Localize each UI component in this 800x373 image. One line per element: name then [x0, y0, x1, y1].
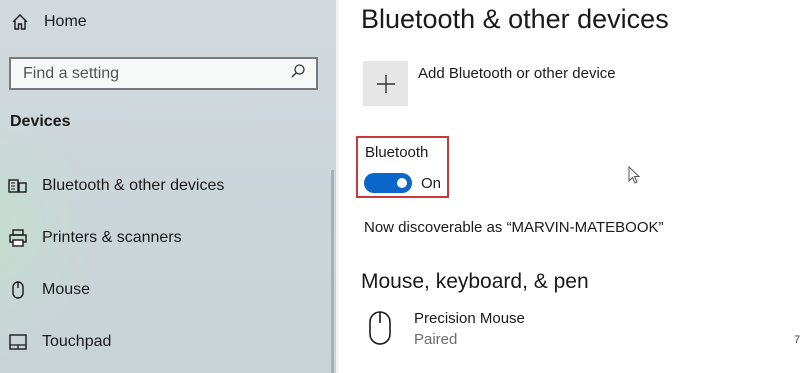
home-icon: [10, 12, 30, 32]
search-input[interactable]: [23, 64, 273, 83]
printer-icon: [8, 228, 28, 248]
sidebar-item-label: Touchpad: [42, 333, 112, 350]
section-heading-mouse-keyboard-pen: Mouse, keyboard, & pen: [361, 270, 589, 293]
sidebar: Home Devices Bluetooth & other devices P…: [0, 0, 336, 373]
main-content: Bluetooth & other devices Add Bluetooth …: [339, 0, 800, 373]
sidebar-item-label: Mouse: [42, 281, 91, 298]
bluetooth-title: Bluetooth: [365, 144, 429, 161]
edge-mark: 7: [794, 334, 800, 346]
page-title: Bluetooth & other devices: [361, 4, 669, 34]
toggle-knob: [397, 178, 407, 188]
sidebar-item-bluetooth[interactable]: Bluetooth & other devices: [8, 173, 224, 199]
device-mouse-icon: [368, 310, 392, 346]
mouse-pointer-icon: [628, 165, 642, 186]
home-link[interactable]: Home: [10, 10, 87, 34]
bluetooth-highlight-box: Bluetooth On: [356, 136, 449, 198]
bluetooth-devices-icon: [8, 176, 28, 196]
sidebar-item-label: Printers & scanners: [42, 229, 182, 246]
discoverable-text: Now discoverable as “MARVIN-MATEBOOK”: [364, 219, 664, 236]
sidebar-item-touchpad[interactable]: Touchpad: [8, 329, 111, 355]
plus-icon: [376, 74, 395, 93]
bluetooth-toggle-state: On: [421, 175, 442, 192]
add-device-button[interactable]: [363, 61, 408, 106]
section-label-devices: Devices: [10, 113, 71, 130]
sidebar-item-label: Bluetooth & other devices: [42, 177, 225, 194]
touchpad-icon: [8, 332, 28, 352]
add-device-label[interactable]: Add Bluetooth or other device: [418, 65, 616, 82]
sidebar-scrollbar[interactable]: [331, 170, 334, 373]
home-label: Home: [44, 13, 87, 30]
mouse-icon: [8, 280, 28, 300]
device-status: Paired: [414, 331, 458, 348]
sidebar-item-printers[interactable]: Printers & scanners: [8, 225, 182, 251]
search-icon[interactable]: [290, 63, 306, 84]
device-name[interactable]: Precision Mouse: [414, 310, 525, 327]
bluetooth-toggle[interactable]: [364, 173, 412, 193]
sidebar-item-mouse[interactable]: Mouse: [8, 277, 90, 303]
search-box[interactable]: [9, 57, 318, 90]
